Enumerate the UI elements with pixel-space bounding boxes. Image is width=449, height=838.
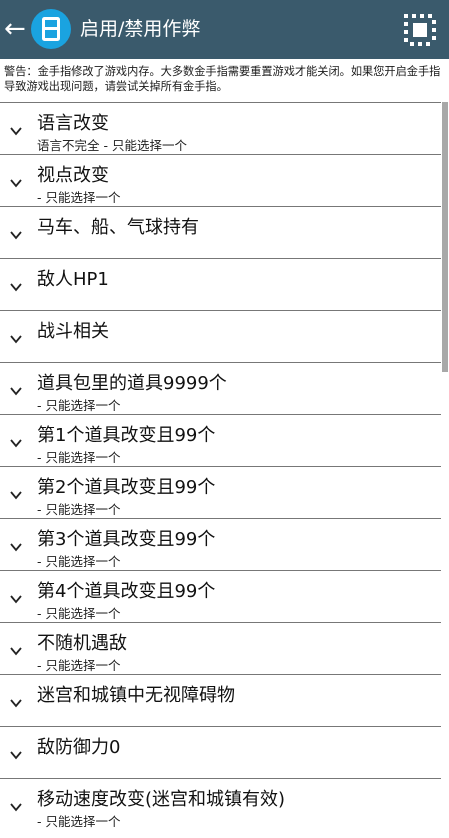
cheat-subtitle: - 只能选择一个 [37, 606, 121, 621]
cheat-subtitle: 语言不完全 - 只能选择一个 [37, 138, 187, 153]
app-logo-icon [31, 9, 71, 49]
cheat-name: 敌人HP1 [37, 269, 109, 290]
cheat-name: 语言改变 [37, 113, 109, 134]
chevron-down-icon[interactable] [9, 227, 23, 241]
cheat-subtitle: - 只能选择一个 [37, 190, 121, 205]
chevron-down-icon[interactable] [9, 487, 23, 501]
cheat-subtitle: - 只能选择一个 [37, 554, 121, 569]
cheat-row[interactable]: 敌防御力0 [0, 726, 441, 778]
select-all-icon[interactable] [402, 12, 438, 48]
cheat-subtitle: - 只能选择一个 [37, 398, 121, 413]
cheat-row[interactable]: 第4个道具改变且99个 - 只能选择一个 [0, 570, 441, 622]
chevron-down-icon[interactable] [9, 435, 23, 449]
chevron-down-icon[interactable] [9, 591, 23, 605]
cheat-name: 第2个道具改变且99个 [37, 477, 216, 498]
cheat-name: 马车、船、气球持有 [37, 217, 199, 238]
cheat-name: 视点改变 [37, 165, 109, 186]
cheat-row[interactable]: 道具包里的道具9999个 - 只能选择一个 [0, 362, 441, 414]
cheat-name: 移动速度改变(迷宫和城镇有效) [37, 789, 286, 810]
cheat-name: 敌防御力0 [37, 737, 121, 758]
cheat-name: 第1个道具改变且99个 [37, 425, 216, 446]
cheat-name: 战斗相关 [37, 321, 109, 342]
cheat-name: 不随机遇敌 [37, 633, 127, 654]
chevron-down-icon[interactable] [9, 331, 23, 345]
cheat-row[interactable]: 语言改变语言不完全 - 只能选择一个 [0, 102, 441, 154]
back-arrow-icon[interactable]: ← [4, 14, 32, 44]
page-title: 启用/禁用作弊 [80, 18, 201, 40]
cheat-row[interactable]: 第3个道具改变且99个 - 只能选择一个 [0, 518, 441, 570]
chevron-down-icon[interactable] [9, 695, 23, 709]
cheat-list: 语言改变 语言不完全 - 只能选择一个 视点改变 - 只能选择一个 马车、船、气球持有… [0, 102, 441, 830]
chevron-down-icon[interactable] [9, 383, 23, 397]
cheat-name: 第3个道具改变且99个 [37, 529, 216, 550]
cheat-row[interactable]: 第1个道具改变且99个 - 只能选择一个 [0, 414, 441, 466]
cheat-row[interactable]: 视点改变 - 只能选择一个 [0, 154, 441, 206]
scrollbar[interactable] [442, 102, 448, 372]
cheat-subtitle: - 只能选择一个 [37, 502, 121, 517]
cheat-name: 迷宫和城镇中无视障碍物 [37, 685, 235, 706]
cheat-row[interactable]: 不随机遇敌 - 只能选择一个 [0, 622, 441, 674]
cheat-row[interactable]: 战斗相关 [0, 310, 441, 362]
cheat-row[interactable]: 移动速度改变(迷宫和城镇有效) - 只能选择一个 [0, 778, 441, 830]
chevron-down-icon[interactable] [9, 799, 23, 813]
cheat-subtitle: - 只能选择一个 [37, 814, 121, 829]
chevron-down-icon[interactable] [9, 747, 23, 761]
chevron-down-icon[interactable] [9, 539, 23, 553]
cheat-subtitle: - 只能选择一个 [37, 450, 121, 465]
cheat-row[interactable]: 马车、船、气球持有 [0, 206, 441, 258]
chevron-down-icon[interactable] [9, 643, 23, 657]
warning-text: 警告：金手指修改了游戏内存。大多数金手指需要重置游戏才能关闭。如果您开启金手指导… [4, 65, 441, 93]
chevron-down-icon[interactable] [9, 123, 23, 137]
cheat-row[interactable]: 敌人HP1 [0, 258, 441, 310]
app-bar: ← 启用/禁用作弊 [0, 0, 449, 59]
cheat-row[interactable]: 迷宫和城镇中无视障碍物 [0, 674, 441, 726]
cheat-name: 道具包里的道具9999个 [37, 373, 227, 394]
cheat-name: 第4个道具改变且99个 [37, 581, 216, 602]
chevron-down-icon[interactable] [9, 279, 23, 293]
chevron-down-icon[interactable] [9, 175, 23, 189]
cheat-subtitle: - 只能选择一个 [37, 658, 121, 673]
cheat-row[interactable]: 第2个道具改变且99个 - 只能选择一个 [0, 466, 441, 518]
